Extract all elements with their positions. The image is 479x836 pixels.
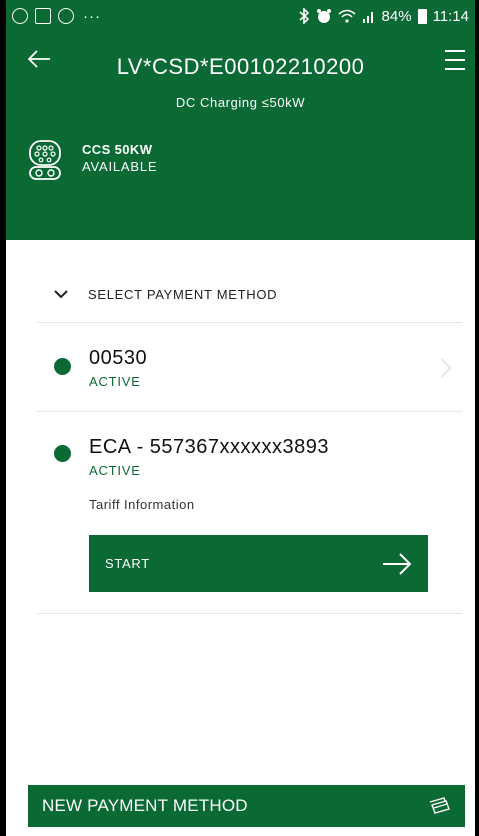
alarm-icon bbox=[316, 9, 331, 23]
ccs-connector-icon bbox=[29, 140, 61, 180]
new-payment-method-button[interactable]: NEW PAYMENT METHOD bbox=[28, 785, 465, 827]
whatsapp-icon bbox=[12, 8, 28, 24]
divider bbox=[36, 613, 462, 614]
payment-method-status: ACTIVE bbox=[89, 374, 141, 389]
wifi-icon bbox=[338, 9, 356, 23]
app-icon bbox=[58, 8, 74, 24]
signal-icon bbox=[362, 12, 373, 23]
start-label: START bbox=[105, 556, 150, 571]
start-button[interactable]: START bbox=[89, 535, 428, 592]
connector-status: AVAILABLE bbox=[82, 159, 158, 174]
station-id: LV*CSD*E00102210200 bbox=[116, 54, 365, 79]
battery-icon bbox=[417, 8, 427, 24]
connector-info: CCS 50KW AVAILABLE bbox=[28, 140, 157, 180]
notification-overflow: ··· bbox=[83, 7, 101, 25]
gallery-icon bbox=[35, 8, 51, 24]
charging-type: DC Charging ≤50kW bbox=[175, 95, 306, 110]
tariff-information-link[interactable]: Tariff Information bbox=[89, 497, 195, 512]
payment-section-toggle[interactable]: SELECT PAYMENT METHOD bbox=[52, 285, 277, 303]
card-icon bbox=[429, 797, 450, 814]
payment-method-name: ECA - 557367xxxxxx3893 bbox=[89, 436, 330, 458]
connector-type: CCS 50KW bbox=[82, 142, 153, 157]
status-dot bbox=[54, 445, 71, 462]
payment-method-status: ACTIVE bbox=[89, 463, 141, 478]
clock: 11:14 bbox=[432, 7, 469, 25]
battery-percent: 84% bbox=[381, 7, 412, 25]
status-bar: ··· 84% 11:14 bbox=[6, 0, 475, 32]
payment-method-item[interactable]: 00530 ACTIVE bbox=[36, 323, 462, 411]
status-dot bbox=[54, 358, 71, 375]
chevron-down-icon bbox=[54, 290, 68, 299]
bluetooth-icon bbox=[299, 8, 309, 24]
payment-method-name: 00530 bbox=[89, 347, 148, 369]
new-payment-method-label: NEW PAYMENT METHOD bbox=[42, 796, 248, 815]
app-screen: ··· 84% 11:14 LV*CSD*E00102210200 DC Cha… bbox=[6, 0, 475, 836]
hamburger-menu-icon[interactable] bbox=[445, 50, 465, 72]
arrow-right-icon bbox=[383, 552, 412, 575]
station-header: LV*CSD*E00102210200 DC Charging ≤50kW CC… bbox=[6, 32, 475, 240]
section-label: SELECT PAYMENT METHOD bbox=[88, 286, 278, 302]
payment-method-item[interactable]: ECA - 557367xxxxxx3893 ACTIVE Tariff Inf… bbox=[36, 412, 462, 614]
chevron-right-icon bbox=[441, 358, 452, 378]
